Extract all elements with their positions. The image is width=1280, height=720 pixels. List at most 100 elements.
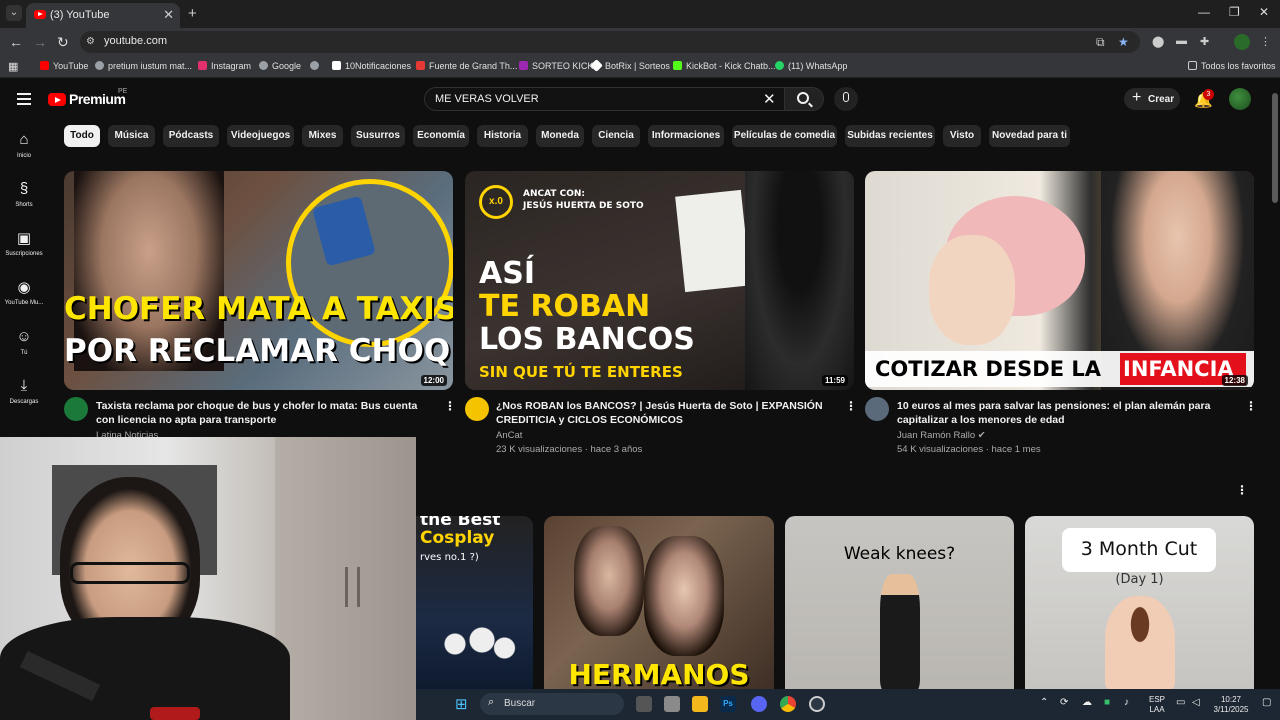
search-button[interactable] <box>784 87 824 111</box>
reload-icon[interactable]: ↻ <box>57 34 69 51</box>
video-menu-icon[interactable]: ⋮ <box>845 399 857 413</box>
short-thumbnail[interactable]: Weak knees? <box>785 516 1014 691</box>
bookmark-item[interactable]: Instagram <box>198 61 251 71</box>
search-query-text[interactable]: ME VERAS VOLVER <box>435 93 539 105</box>
chip-susurros[interactable]: Susurros <box>351 125 405 147</box>
window-close-icon[interactable]: ✕ <box>1259 5 1269 19</box>
extension-icon[interactable]: ⬤ <box>1152 35 1164 48</box>
page-scrollbar-thumb[interactable] <box>1272 93 1278 203</box>
tray-app-icon[interactable]: ■ <box>1104 698 1110 708</box>
video-title[interactable]: ¿Nos ROBAN los BANCOS? | Jesús Huerta de… <box>496 399 836 427</box>
account-avatar[interactable] <box>1229 88 1251 110</box>
video-thumbnail[interactable]: COTIZAR DESDE LA INFANCIA 12:38 <box>865 171 1254 390</box>
chip-videojuegos[interactable]: Videojuegos <box>227 125 294 147</box>
forward-icon[interactable]: → <box>33 34 47 50</box>
bookmark-star-icon[interactable]: ★ <box>1118 35 1129 49</box>
close-tab-icon[interactable]: ✕ <box>163 7 174 23</box>
tray-mic-icon[interactable]: ♪ <box>1124 698 1129 708</box>
video-title[interactable]: 10 euros al mes para salvar las pensione… <box>897 399 1232 427</box>
chip-informaciones[interactable]: Informaciones <box>648 125 724 147</box>
channel-name[interactable]: AnCat <box>496 430 522 441</box>
minimize-icon[interactable]: — <box>1198 5 1210 19</box>
search-input[interactable]: ME VERAS VOLVER ✕ <box>424 87 784 111</box>
app-icon[interactable] <box>809 696 825 712</box>
file-explorer-icon[interactable] <box>692 696 708 712</box>
video-menu-icon[interactable]: ⋮ <box>1245 399 1257 413</box>
video-title[interactable]: Taxista reclama por choque de bus y chof… <box>96 399 431 427</box>
windows-start-icon[interactable]: ⊞ <box>455 695 468 713</box>
tray-sync-icon[interactable]: ⟳ <box>1060 698 1068 708</box>
bookmark-item[interactable]: KickBot - Kick Chatb... <box>673 61 776 71</box>
chip-mixes[interactable]: Mixes <box>302 125 343 147</box>
bookmark-item[interactable]: Fuente de Grand Th... <box>416 61 517 71</box>
sidebar-item-subscriptions[interactable]: ▣ Suscripciones <box>0 229 48 257</box>
video-thumbnail[interactable]: x.0 ANCAT CON: JESÚS HUERTA DE SOTO ASÍ … <box>465 171 854 390</box>
video-thumbnail[interactable]: CHOFER MATA A TAXISTA POR RECLAMAR CHOQU… <box>64 171 453 390</box>
app-icon[interactable] <box>664 696 680 712</box>
install-app-icon[interactable]: ⧉ <box>1096 35 1105 50</box>
shorts-section-menu-icon[interactable]: ⋮ <box>1236 483 1248 497</box>
sidebar-item-shorts[interactable]: § Shorts <box>0 180 48 208</box>
back-icon[interactable]: ← <box>9 34 23 50</box>
clear-search-icon[interactable]: ✕ <box>763 90 776 108</box>
channel-name[interactable]: Juan Ramón Rallo ✔ <box>897 430 986 441</box>
browser-tab[interactable]: (3) YouTube ✕ <box>26 3 180 28</box>
extension-icon[interactable]: ▬ <box>1176 35 1187 47</box>
browser-menu-icon[interactable]: ⋮ <box>1260 35 1271 48</box>
short-thumbnail[interactable]: HERMANOS <box>544 516 774 691</box>
task-view-icon[interactable] <box>636 696 652 712</box>
short-thumbnail[interactable]: 3 Month Cut (Day 1) <box>1025 516 1254 691</box>
chip-visto[interactable]: Visto <box>943 125 981 147</box>
channel-avatar[interactable] <box>865 397 889 421</box>
bookmark-item[interactable]: pretium iustum mat... <box>95 61 192 71</box>
site-info-icon[interactable]: ⚙ <box>86 36 95 47</box>
apps-grid-icon[interactable]: ▦ <box>8 60 18 73</box>
chip-moneda[interactable]: Moneda <box>536 125 584 147</box>
chrome-icon[interactable] <box>780 696 796 712</box>
chip-economia[interactable]: Economía <box>413 125 469 147</box>
input-language[interactable]: ESP LAA <box>1146 695 1168 715</box>
tray-cloud-icon[interactable]: ☁ <box>1082 698 1092 708</box>
short-thumbnail[interactable]: the Best Cosplay rves no.1 ?) <box>416 516 533 691</box>
clock[interactable]: 10:27 3/11/2025 <box>1208 695 1254 715</box>
chip-musica[interactable]: Música <box>108 125 155 147</box>
video-menu-icon[interactable]: ⋮ <box>444 399 456 413</box>
voice-search-button[interactable] <box>834 87 858 111</box>
all-bookmarks-folder[interactable]: Todos los favoritos <box>1188 61 1276 71</box>
chip-podcasts[interactable]: Pódcasts <box>163 125 219 147</box>
hamburger-menu-icon[interactable] <box>17 93 31 105</box>
sidebar-item-downloads[interactable]: ⤓ Descargas <box>0 377 48 405</box>
bookmark-item[interactable]: SORTEO KICK <box>519 61 593 71</box>
chip-novedad-para-ti[interactable]: Novedad para ti <box>989 125 1070 147</box>
chip-historia[interactable]: Historia <box>477 125 528 147</box>
chip-todo[interactable]: Todo <box>64 125 100 147</box>
volume-icon[interactable]: ◁ <box>1192 698 1200 708</box>
notification-center-icon[interactable]: ▢ <box>1262 698 1271 708</box>
bookmark-item[interactable] <box>310 61 323 71</box>
new-tab-button[interactable]: + <box>188 5 197 22</box>
bookmark-item[interactable]: BotRix | Sorteos <box>590 59 670 72</box>
chip-peliculas-de-comedia[interactable]: Películas de comedia <box>732 125 837 147</box>
sidebar-item-youtube-music[interactable]: ◉ YouTube Mu... <box>0 278 48 306</box>
channel-avatar[interactable] <box>64 397 88 421</box>
chip-subidas-recientes[interactable]: Subidas recientes <box>845 125 935 147</box>
sidebar-item-you[interactable]: ☺ Tú <box>0 328 48 356</box>
create-button[interactable]: + Crear <box>1124 88 1180 110</box>
extensions-puzzle-icon[interactable]: ✚ <box>1200 35 1209 48</box>
tab-search-button[interactable]: ⌄ <box>6 5 22 21</box>
network-icon[interactable]: ▭ <box>1176 698 1185 708</box>
bookmark-item[interactable]: 10Notificaciones <box>332 61 411 71</box>
url-text[interactable]: youtube.com <box>104 35 167 47</box>
discord-icon[interactable] <box>751 696 767 712</box>
tray-chevron-icon[interactable]: ⌃ <box>1040 698 1048 708</box>
omnibox[interactable]: ⚙ youtube.com ⧉ ★ <box>80 31 1140 53</box>
channel-avatar[interactable] <box>465 397 489 421</box>
photoshop-icon[interactable]: Ps <box>720 696 736 712</box>
taskbar-search[interactable]: ⌕ Buscar <box>480 693 624 715</box>
bookmark-item[interactable]: Google <box>259 61 301 71</box>
sidebar-item-home[interactable]: ⌂ Inicio <box>0 131 48 159</box>
restore-icon[interactable]: ❐ <box>1229 5 1240 19</box>
browser-profile-avatar[interactable] <box>1234 34 1250 50</box>
bookmark-item[interactable]: YouTube <box>40 61 88 71</box>
chip-ciencia[interactable]: Ciencia <box>592 125 640 147</box>
